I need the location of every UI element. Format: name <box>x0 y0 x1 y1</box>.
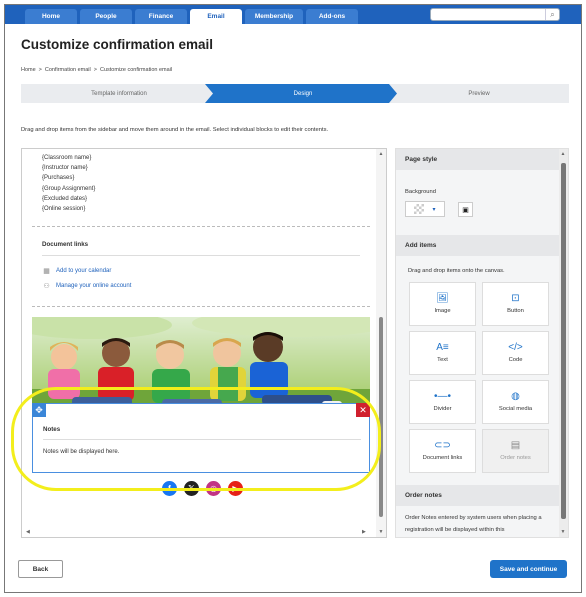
nav-tab-email[interactable]: Email <box>190 9 242 24</box>
top-nav: Home People Finance Email Membership Add… <box>5 5 581 24</box>
tile-button-label: Button <box>507 308 524 314</box>
add-to-calendar-link[interactable]: ▦ Add to your calendar <box>42 266 111 275</box>
scroll-down-icon[interactable]: ▼ <box>377 529 385 535</box>
canvas-scrollbar[interactable]: ▲ ▼ <box>376 149 386 537</box>
notes-placeholder-text: Notes will be displayed here. <box>43 449 120 455</box>
transparent-swatch-icon <box>414 204 425 214</box>
step-design[interactable]: Design <box>205 84 401 103</box>
save-and-continue-button[interactable]: Save and continue <box>490 560 567 578</box>
scroll-right-icon[interactable]: ▶ <box>362 529 366 535</box>
email-canvas[interactable]: {Classroom name} {Instructor name} {Purc… <box>21 148 387 538</box>
text-icon: A≡ <box>436 342 449 353</box>
chevron-down-icon: ▾ <box>432 206 436 213</box>
sidebar-scrollbar[interactable]: ▲ ▼ <box>559 149 568 537</box>
tile-image-label: Image <box>434 308 451 314</box>
page-title: Customize confirmation email <box>21 37 214 52</box>
scroll-left-icon[interactable]: ◀ <box>26 529 30 535</box>
background-image-icon[interactable]: ▣ <box>458 202 473 217</box>
breadcrumb-separator: > <box>93 67 97 73</box>
step-preview[interactable]: Preview <box>389 84 569 103</box>
social-media-icon: ◍ <box>511 391 520 402</box>
tile-order-notes-label: Order notes <box>500 455 531 461</box>
notes-icon: ▤ <box>510 440 521 451</box>
tile-document-links-label: Document links <box>422 455 463 461</box>
add-items-description: Drag and drop items onto the canvas. <box>408 268 505 274</box>
placeholder-instructor-name: {Instructor name} <box>42 165 88 172</box>
canvas-scroll-thumb[interactable] <box>379 317 383 517</box>
sidebar-scroll-thumb[interactable] <box>561 163 566 519</box>
search-input[interactable]: ⌕ <box>430 8 560 21</box>
button-icon: ⊡ <box>511 293 520 304</box>
tile-image[interactable]: 🖼 Image <box>409 282 476 326</box>
back-button[interactable]: Back <box>18 560 63 578</box>
add-items-header: Add items <box>396 235 560 256</box>
document-links-title: Document links <box>42 241 89 248</box>
tile-text-label: Text <box>437 357 448 363</box>
code-icon: </> <box>508 342 523 353</box>
placeholder-online-session: {Online session} <box>42 206 86 213</box>
tile-social-media[interactable]: ◍ Social media <box>482 380 549 424</box>
tile-social-media-label: Social media <box>498 406 533 412</box>
youtube-icon[interactable]: ▶ <box>228 481 243 496</box>
children-photo[interactable] <box>32 317 370 417</box>
facebook-icon[interactable]: f <box>162 481 177 496</box>
image-icon: 🖼 <box>436 293 449 304</box>
document-links-block[interactable]: Document links ▦ Add to your calendar ⚇ … <box>32 229 370 307</box>
calendar-icon: ▦ <box>43 267 50 275</box>
breadcrumb-current: Customize confirmation email <box>99 67 173 73</box>
placeholder-excluded-dates: {Excluded dates} <box>42 195 88 202</box>
scroll-up-icon[interactable]: ▲ <box>559 151 567 157</box>
placeholder-classroom-name: {Classroom name} <box>42 155 92 161</box>
search-icon[interactable]: ⌕ <box>545 9 559 20</box>
app-frame: Home People Finance Email Membership Add… <box>4 4 582 593</box>
move-handle-icon[interactable]: ✥ <box>32 403 46 417</box>
nav-tab-add-ons[interactable]: Add-ons <box>306 9 358 24</box>
placeholder-purchases: {Purchases} <box>42 175 75 182</box>
add-to-calendar-label: Add to your calendar <box>56 267 112 274</box>
photo-illustration <box>32 317 370 417</box>
nav-tab-people[interactable]: People <box>80 9 132 24</box>
tile-divider-label: Divider <box>433 406 452 412</box>
divider <box>43 439 361 440</box>
user-account-icon: ⚇ <box>43 282 50 290</box>
notes-block[interactable]: ✥ ✕ Notes Notes will be displayed here. <box>32 403 370 473</box>
instructions-text: Drag and drop items from the sidebar and… <box>21 127 329 133</box>
nav-tab-home[interactable]: Home <box>25 9 77 24</box>
background-color-select[interactable]: ▾ <box>405 201 445 217</box>
tile-code-label: Code <box>508 357 523 363</box>
notes-title: Notes <box>43 426 61 433</box>
scroll-up-icon[interactable]: ▲ <box>377 151 385 157</box>
tile-text[interactable]: A≡ Text <box>409 331 476 375</box>
breadcrumb-home[interactable]: Home <box>21 67 36 73</box>
nav-tab-finance[interactable]: Finance <box>135 9 187 24</box>
scroll-down-icon[interactable]: ▼ <box>559 529 567 535</box>
order-notes-description: Order Notes entered by system users when… <box>405 515 542 533</box>
background-label: Background <box>405 189 436 195</box>
tile-order-notes: ▤ Order notes <box>482 429 549 473</box>
close-icon[interactable]: ✕ <box>356 403 370 417</box>
breadcrumb-separator: > <box>38 67 42 73</box>
tile-document-links[interactable]: ⊂⊃ Document links <box>409 429 476 473</box>
design-sidebar: Page style Background ▾ ▣ Add items Drag… <box>395 148 569 538</box>
placeholder-text-block[interactable]: {Classroom name} {Instructor name} {Purc… <box>32 153 370 227</box>
divider <box>42 255 360 256</box>
divider-icon: •—• <box>433 391 451 402</box>
progress-stepper: Template information Design Preview <box>21 84 569 103</box>
breadcrumb: Home > Confirmation email > Customize confir… <box>21 67 172 73</box>
x-icon[interactable]: 𝕏 <box>184 481 199 496</box>
breadcrumb-confirmation-email[interactable]: Confirmation email <box>45 67 91 73</box>
placeholder-group-assignment: {Group Assignment} <box>42 185 96 192</box>
link-icon: ⊂⊃ <box>434 440 451 451</box>
social-icons-row: f 𝕏 ◎ ▶ <box>162 481 243 496</box>
step-template-information[interactable]: Template information <box>21 84 217 103</box>
order-notes-header: Order notes <box>396 485 560 506</box>
manage-online-account-label: Manage your online account <box>56 282 132 289</box>
tile-divider[interactable]: •—• Divider <box>409 380 476 424</box>
nav-tab-membership[interactable]: Membership <box>245 9 303 24</box>
tile-button[interactable]: ⊡ Button <box>482 282 549 326</box>
instagram-icon[interactable]: ◎ <box>206 481 221 496</box>
tile-code[interactable]: </> Code <box>482 331 549 375</box>
page-style-header: Page style <box>396 149 560 170</box>
manage-online-account-link[interactable]: ⚇ Manage your online account <box>42 281 131 290</box>
